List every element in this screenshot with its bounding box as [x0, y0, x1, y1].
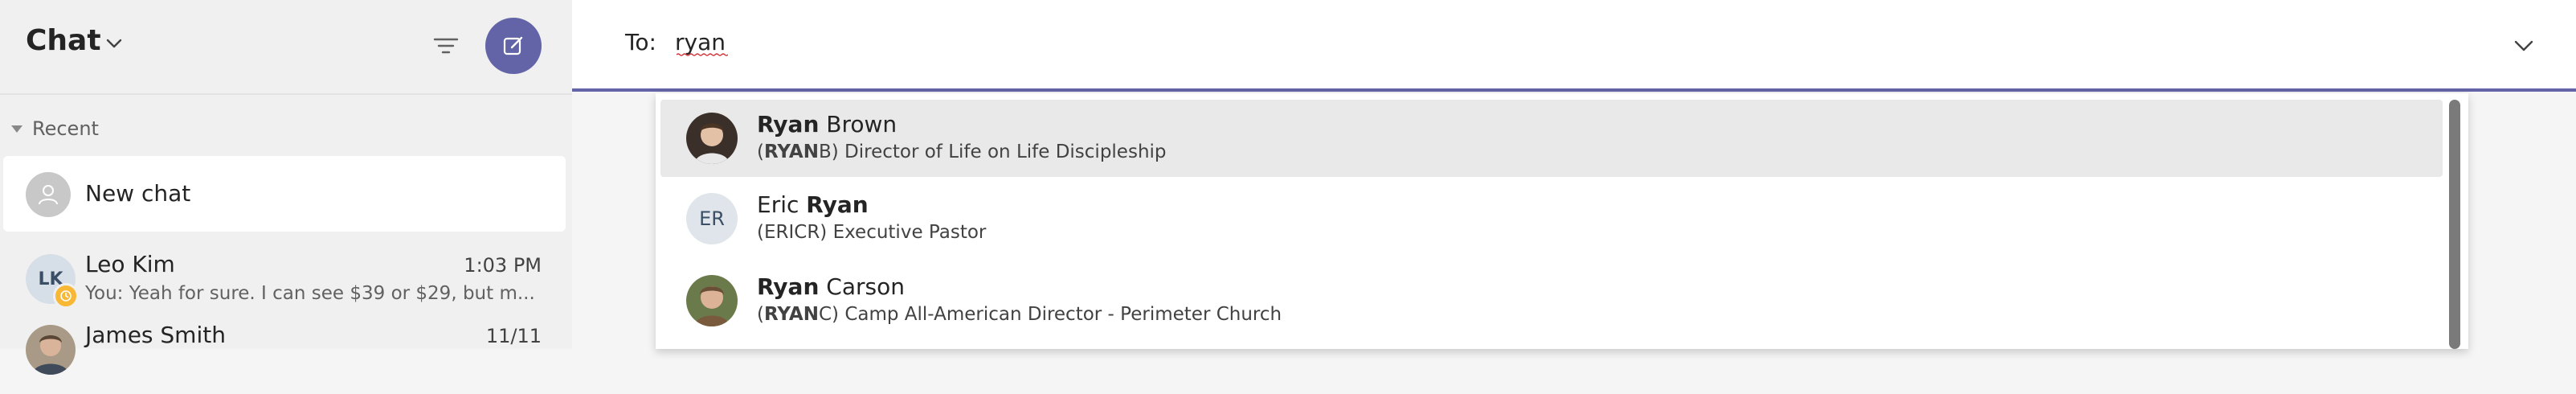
avatar: [26, 325, 76, 375]
scrollbar[interactable]: [2449, 100, 2460, 349]
new-chat-label: New chat: [85, 180, 191, 207]
suggestion-name: Eric Ryan: [757, 191, 869, 218]
chat-compose-pane: To: Ryan Brown (RYANB) Director of Life: [572, 0, 2576, 349]
sidebar-header: Chat: [0, 0, 572, 95]
to-recipient-input[interactable]: [675, 26, 1157, 58]
chat-name: James Smith: [85, 322, 226, 348]
suggestion-item[interactable]: Ryan Brown (RYANB) Director of Life on L…: [660, 100, 2443, 177]
people-suggestions-dropdown: Ryan Brown (RYANB) Director of Life on L…: [656, 93, 2468, 349]
caret-down-icon: [11, 125, 22, 133]
chat-time: 1:03 PM: [464, 254, 542, 277]
avatar: [686, 113, 738, 164]
chat-sidebar: Chat Recent New chat LK Leo Kim 1:03 PM …: [0, 0, 572, 375]
chat-name: Leo Kim: [85, 251, 175, 277]
suggestion-detail: (ERICR) Executive Pastor: [757, 222, 987, 243]
recent-section-toggle[interactable]: Recent: [11, 117, 99, 140]
to-bar: To:: [572, 0, 2576, 92]
suggestion-detail: (RYANB) Director of Life on Life Discipl…: [757, 142, 1167, 162]
chat-list-item[interactable]: LK Leo Kim 1:03 PM You: Yeah for sure. I…: [0, 243, 572, 323]
chat-list-item[interactable]: James Smith 11/11: [0, 314, 572, 394]
recent-label: Recent: [32, 117, 99, 140]
to-label: To:: [625, 29, 656, 55]
suggestion-item[interactable]: ER Eric Ryan (ERICR) Executive Pastor: [660, 180, 2443, 257]
chat-time: 11/11: [485, 325, 542, 347]
avatar: ER: [686, 193, 738, 244]
new-chat-item[interactable]: New chat: [3, 156, 566, 232]
chat-preview: You: Yeah for sure. I can see $39 or $29…: [85, 283, 535, 304]
clock-icon: [53, 283, 79, 309]
chevron-down-icon[interactable]: [2510, 32, 2537, 60]
avatar: [686, 275, 738, 326]
suggestion-name: Ryan Carson: [757, 273, 905, 300]
compose-icon: [503, 36, 523, 55]
chevron-down-icon[interactable]: [103, 32, 125, 55]
suggestion-item[interactable]: Ryan Carson (RYANC) Camp All-American Di…: [660, 262, 2443, 339]
chat-title[interactable]: Chat: [26, 24, 101, 57]
suggestion-name: Ryan Brown: [757, 111, 898, 137]
person-icon: [39, 185, 58, 205]
spellcheck-underline: [677, 53, 728, 56]
new-chat-button[interactable]: [485, 18, 542, 74]
avatar: [26, 172, 71, 217]
filter-icon[interactable]: [427, 27, 464, 64]
suggestion-detail: (RYANC) Camp All-American Director - Per…: [757, 304, 1282, 325]
